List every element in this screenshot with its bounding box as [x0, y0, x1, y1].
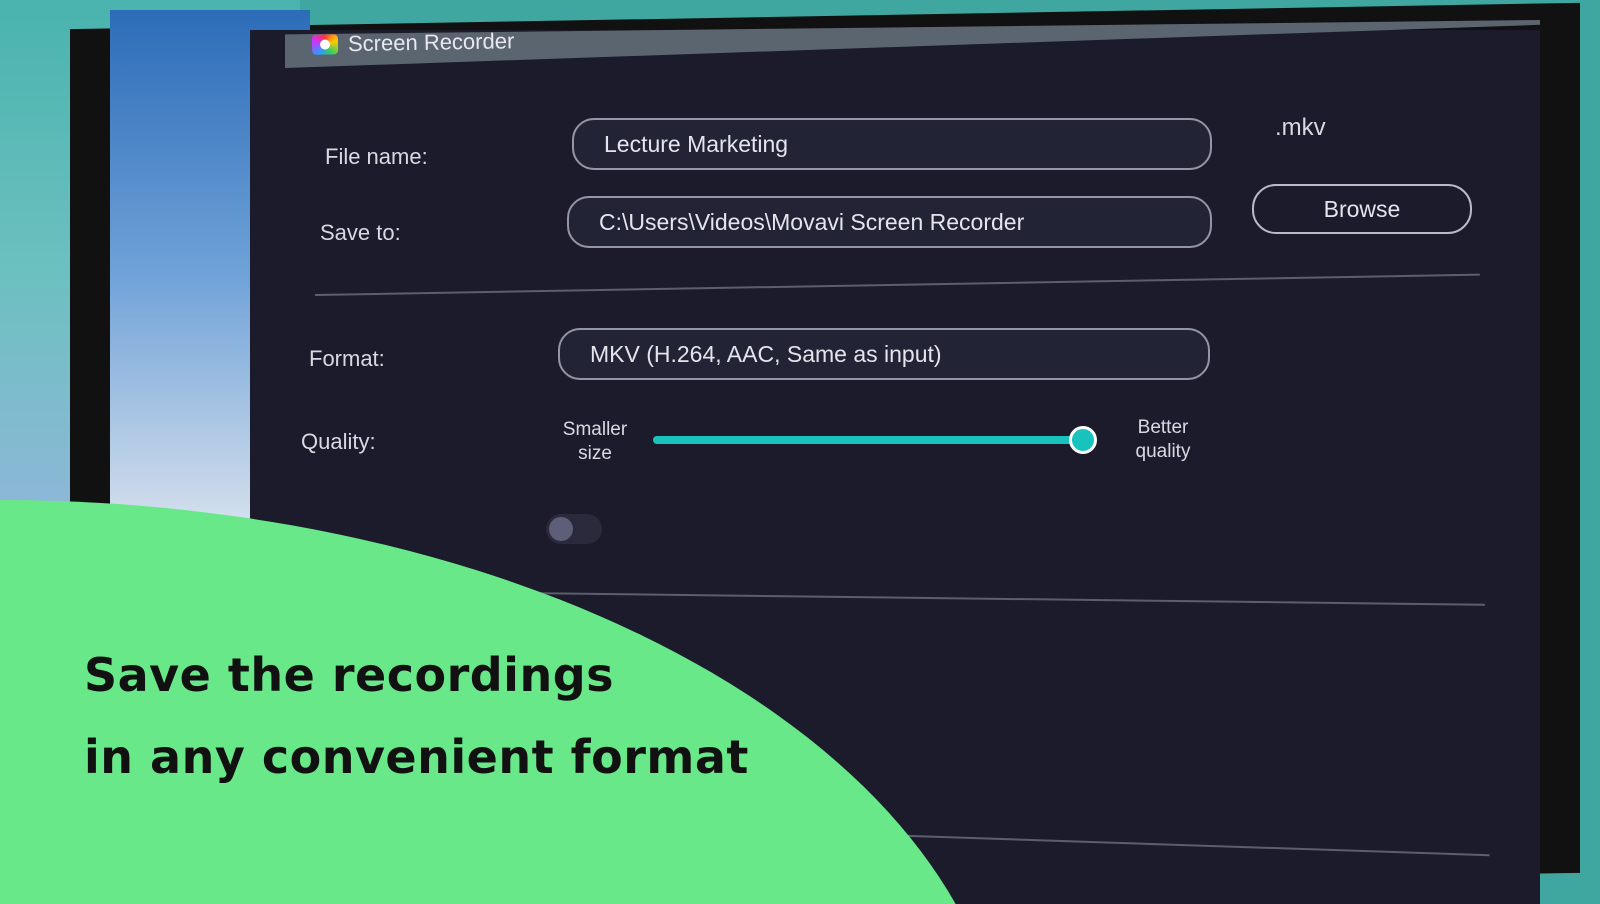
app-icon — [311, 34, 339, 55]
save-to-input[interactable]: C:\Users\Videos\Movavi Screen Recorder — [567, 196, 1212, 248]
format-dropdown[interactable]: MKV (H.264, AAC, Same as input) — [558, 328, 1210, 380]
quality-max-label: Better quality — [1135, 417, 1191, 462]
promo-line-2: in any convenient format — [84, 730, 749, 784]
quality-label: Quality: — [301, 429, 376, 454]
format-value: MKV (H.264, AAC, Same as input) — [590, 340, 942, 367]
promo-line-1: Save the recordings — [84, 648, 615, 702]
window-title: Screen Recorder — [311, 28, 515, 58]
file-name-label: File name: — [325, 144, 428, 169]
quality-slider-thumb[interactable] — [1069, 426, 1097, 454]
window-title-text: Screen Recorder — [347, 28, 515, 57]
toggle-knob — [549, 517, 573, 541]
file-name-input[interactable]: Lecture Marketing — [572, 118, 1212, 170]
file-extension: .mkv — [1275, 114, 1326, 141]
quality-slider-fill — [653, 436, 1083, 444]
save-to-label: Save to: — [320, 220, 401, 245]
save-to-value: C:\Users\Videos\Movavi Screen Recorder — [599, 208, 1025, 235]
quality-min-label: Smaller size — [562, 419, 628, 464]
option-toggle[interactable] — [546, 514, 602, 544]
browse-button[interactable]: Browse — [1252, 184, 1472, 234]
format-label: Format: — [309, 346, 385, 371]
quality-slider[interactable] — [653, 426, 1097, 454]
file-name-value: Lecture Marketing — [604, 130, 789, 157]
